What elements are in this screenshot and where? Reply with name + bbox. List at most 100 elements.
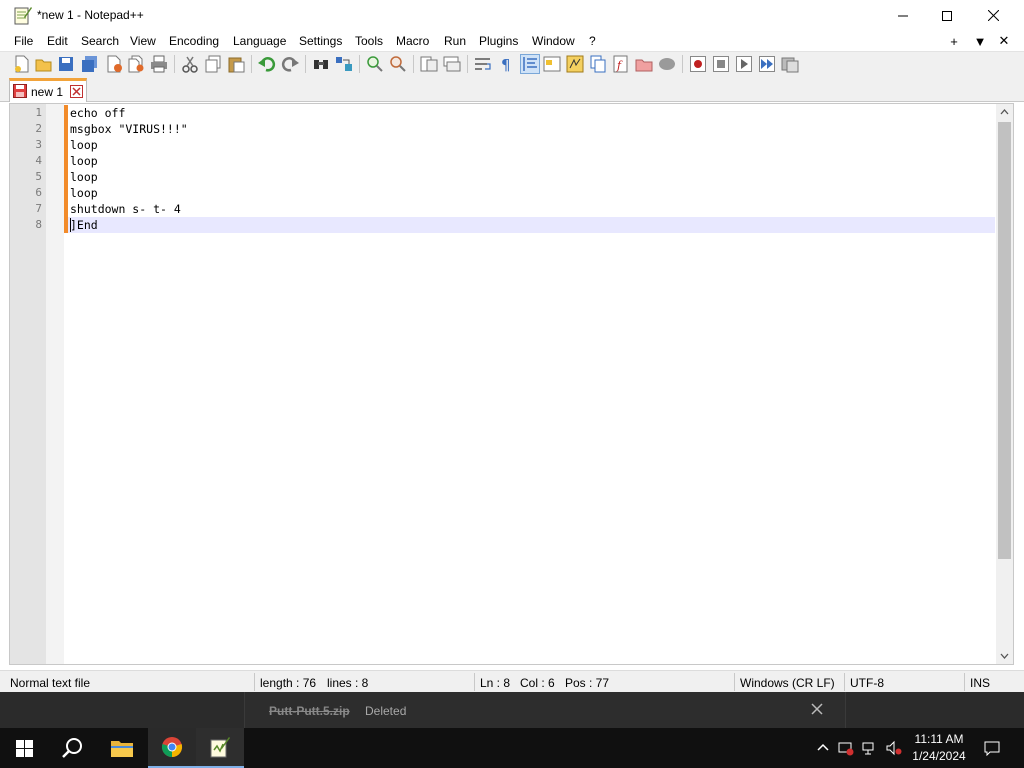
new-file-icon[interactable] <box>13 55 31 73</box>
notepadpp-taskbar-button[interactable] <box>196 728 244 768</box>
status-separator <box>474 673 475 691</box>
play-macro-icon[interactable] <box>735 55 753 73</box>
zoom-in-icon[interactable] <box>366 55 384 73</box>
undo-icon[interactable] <box>258 55 276 73</box>
show-all-characters-icon[interactable]: ¶ <box>497 55 515 73</box>
menu-macro[interactable]: Macro <box>396 34 429 48</box>
minimize-icon <box>898 15 908 16</box>
menu-help[interactable]: ? <box>589 34 596 48</box>
menu-language[interactable]: Language <box>233 34 286 48</box>
paste-icon[interactable] <box>227 55 245 73</box>
clock-time[interactable]: 11:11 AM <box>905 732 973 746</box>
menu-search[interactable]: Search <box>81 34 119 48</box>
close-icon <box>987 10 999 21</box>
network-icon[interactable] <box>862 740 878 756</box>
sync-horizontal-scroll-icon[interactable] <box>443 55 461 73</box>
line-number: 8 <box>35 218 42 231</box>
search-button[interactable] <box>48 728 96 768</box>
redo-icon[interactable] <box>281 55 299 73</box>
record-macro-icon[interactable] <box>689 55 707 73</box>
scroll-down-arrow-icon[interactable] <box>1000 651 1009 660</box>
menu-tools[interactable]: Tools <box>355 34 383 48</box>
scroll-up-arrow-icon[interactable] <box>1000 108 1009 117</box>
toolbar-separator <box>413 55 414 73</box>
word-wrap-icon[interactable] <box>474 55 492 73</box>
open-file-icon[interactable] <box>35 55 53 73</box>
define-language-icon[interactable] <box>543 55 561 73</box>
close-all-icon[interactable] <box>127 55 145 73</box>
text-editor[interactable]: 1 2 3 4 5 6 7 8 echo off msgbox "VIRUS!!… <box>9 103 1014 665</box>
code-line[interactable]: echo off <box>70 105 125 121</box>
code-line[interactable]: loop <box>70 169 98 185</box>
notepadpp-app-icon <box>14 7 32 25</box>
tab-list-dropdown-button[interactable]: ▼ <box>971 31 989 51</box>
code-line[interactable]: loop <box>70 137 98 153</box>
document-map-icon[interactable] <box>566 55 584 73</box>
title-bar[interactable]: *new 1 - Notepad++ <box>0 0 1024 31</box>
status-insert-mode[interactable]: INS <box>970 676 990 690</box>
vertical-scrollbar[interactable] <box>996 104 1013 664</box>
windows-taskbar: 11:11 AM 1/24/2024 <box>0 728 1024 768</box>
sync-vertical-scroll-icon[interactable] <box>420 55 438 73</box>
find-icon[interactable] <box>312 55 330 73</box>
start-button[interactable] <box>0 728 48 768</box>
menu-edit[interactable]: Edit <box>47 34 68 48</box>
clock-date[interactable]: 1/24/2024 <box>905 749 973 763</box>
current-line-highlight <box>68 217 995 233</box>
stop-macro-icon[interactable] <box>712 55 730 73</box>
security-tray-icon[interactable] <box>838 740 854 756</box>
zoom-out-icon[interactable] <box>389 55 407 73</box>
menu-window[interactable]: Window <box>532 34 575 48</box>
code-line[interactable]: ]End <box>70 217 98 233</box>
search-icon <box>62 738 82 758</box>
print-icon[interactable] <box>150 55 168 73</box>
volume-muted-icon[interactable] <box>886 740 902 756</box>
notification-center-icon[interactable] <box>984 740 1000 756</box>
minimize-button[interactable] <box>880 0 926 31</box>
run-macro-multiple-icon[interactable] <box>758 55 776 73</box>
status-eol[interactable]: Windows (CR LF) <box>740 676 835 690</box>
scrollbar-thumb[interactable] <box>998 122 1011 559</box>
replace-icon[interactable] <box>335 55 353 73</box>
save-icon[interactable] <box>57 55 75 73</box>
menu-plugins[interactable]: Plugins <box>479 34 518 48</box>
close-document-button[interactable]: ✕ <box>995 31 1013 51</box>
maximize-icon <box>942 10 952 21</box>
download-notification-strip: Putt-Putt.5.zip Deleted <box>0 692 1024 728</box>
menu-file[interactable]: File <box>14 34 33 48</box>
maximize-button[interactable] <box>924 0 970 31</box>
close-icon[interactable] <box>811 703 823 715</box>
fold-margin[interactable] <box>46 104 64 664</box>
save-macro-icon[interactable] <box>781 55 799 73</box>
download-item[interactable]: Putt-Putt.5.zip Deleted <box>244 692 846 728</box>
indent-guide-icon[interactable] <box>520 54 540 74</box>
menu-view[interactable]: View <box>130 34 156 48</box>
close-button[interactable] <box>970 0 1016 31</box>
tab-close-icon[interactable] <box>70 85 83 98</box>
copy-icon[interactable] <box>204 55 222 73</box>
document-list-icon[interactable] <box>589 55 607 73</box>
file-explorer-button[interactable] <box>98 728 146 768</box>
chrome-button[interactable] <box>148 728 196 768</box>
download-file-name[interactable]: Putt-Putt.5.zip <box>269 704 350 718</box>
show-hidden-icons-icon[interactable] <box>815 740 831 756</box>
menu-encoding[interactable]: Encoding <box>169 34 219 48</box>
monitoring-icon[interactable] <box>658 55 676 73</box>
code-line[interactable]: msgbox "VIRUS!!!" <box>70 121 188 137</box>
save-all-icon[interactable] <box>81 55 99 73</box>
menu-settings[interactable]: Settings <box>299 34 342 48</box>
code-line[interactable]: loop <box>70 153 98 169</box>
toolbar-separator <box>359 55 360 73</box>
folder-as-workspace-icon[interactable] <box>635 55 653 73</box>
cut-icon[interactable] <box>181 55 199 73</box>
code-line[interactable]: loop <box>70 185 98 201</box>
status-encoding[interactable]: UTF-8 <box>850 676 884 690</box>
close-file-icon[interactable] <box>105 55 123 73</box>
menu-run[interactable]: Run <box>444 34 466 48</box>
notepadpp-window: *new 1 - Notepad++ File Edit Search View… <box>0 0 1024 728</box>
tab-label: new 1 <box>31 85 64 99</box>
function-list-icon[interactable]: f <box>612 55 630 73</box>
code-line[interactable]: shutdown s- t- 4 <box>70 201 181 217</box>
new-tab-plus-button[interactable]: + <box>945 31 963 51</box>
tab-new-1[interactable]: new 1 <box>9 78 87 102</box>
